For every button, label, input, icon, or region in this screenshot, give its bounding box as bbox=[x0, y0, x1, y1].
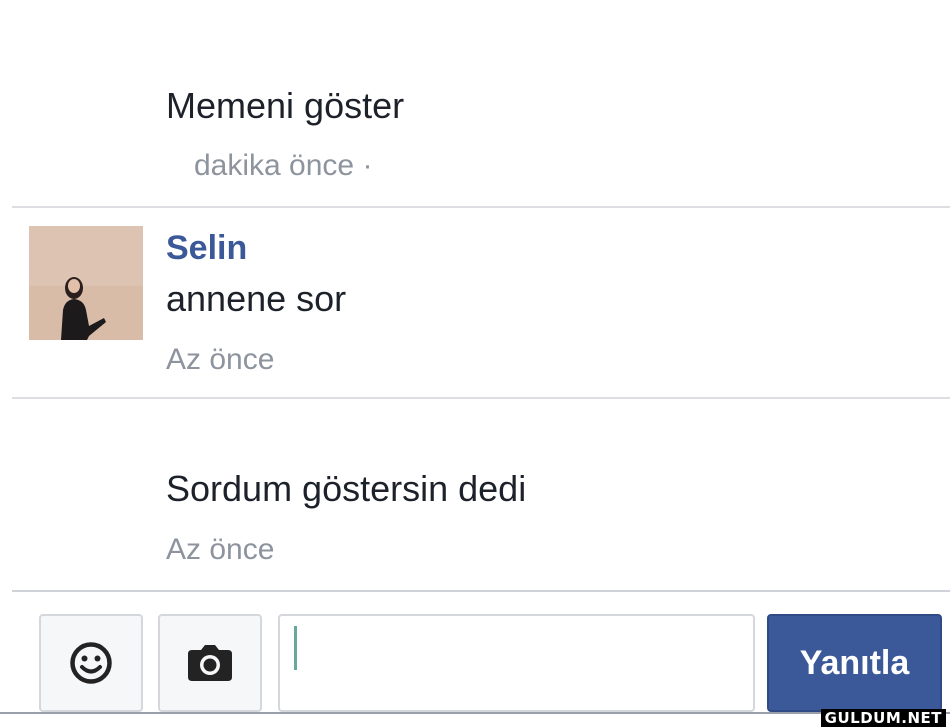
comment-text: Memeni göster bbox=[166, 85, 405, 126]
watermark: GULDUM.NET bbox=[820, 709, 946, 727]
comment-thread: Memeni göster dakika önce · Selin annene… bbox=[0, 0, 950, 597]
reply-button[interactable]: Yanıtla bbox=[767, 614, 942, 712]
reply-bar: Yanıtla bbox=[12, 597, 950, 712]
comment-timestamp: Az önce bbox=[166, 533, 275, 566]
comment-text: Sordum göstersin dedi bbox=[166, 468, 527, 509]
comment-timestamp: Az önce bbox=[166, 343, 275, 376]
comment-timestamp: dakika önce · bbox=[194, 149, 373, 182]
comment-text: annene sor bbox=[166, 278, 347, 319]
comment-item: Selin annene sor Az önce bbox=[12, 208, 950, 398]
smiley-face-icon bbox=[70, 642, 112, 684]
comment-divider bbox=[12, 397, 950, 399]
comment-author[interactable]: Selin bbox=[166, 228, 247, 268]
text-cursor bbox=[294, 626, 297, 670]
bottom-border bbox=[0, 712, 950, 714]
reply-input[interactable] bbox=[278, 614, 755, 712]
comment-item: Sordum göstersin dedi Az önce bbox=[12, 400, 950, 593]
reply-bar-divider bbox=[12, 590, 950, 592]
comment-item: Memeni göster dakika önce · bbox=[12, 30, 950, 206]
camera-icon bbox=[188, 645, 232, 681]
emoji-button[interactable] bbox=[39, 614, 143, 712]
camera-button[interactable] bbox=[158, 614, 262, 712]
avatar[interactable] bbox=[29, 226, 143, 340]
